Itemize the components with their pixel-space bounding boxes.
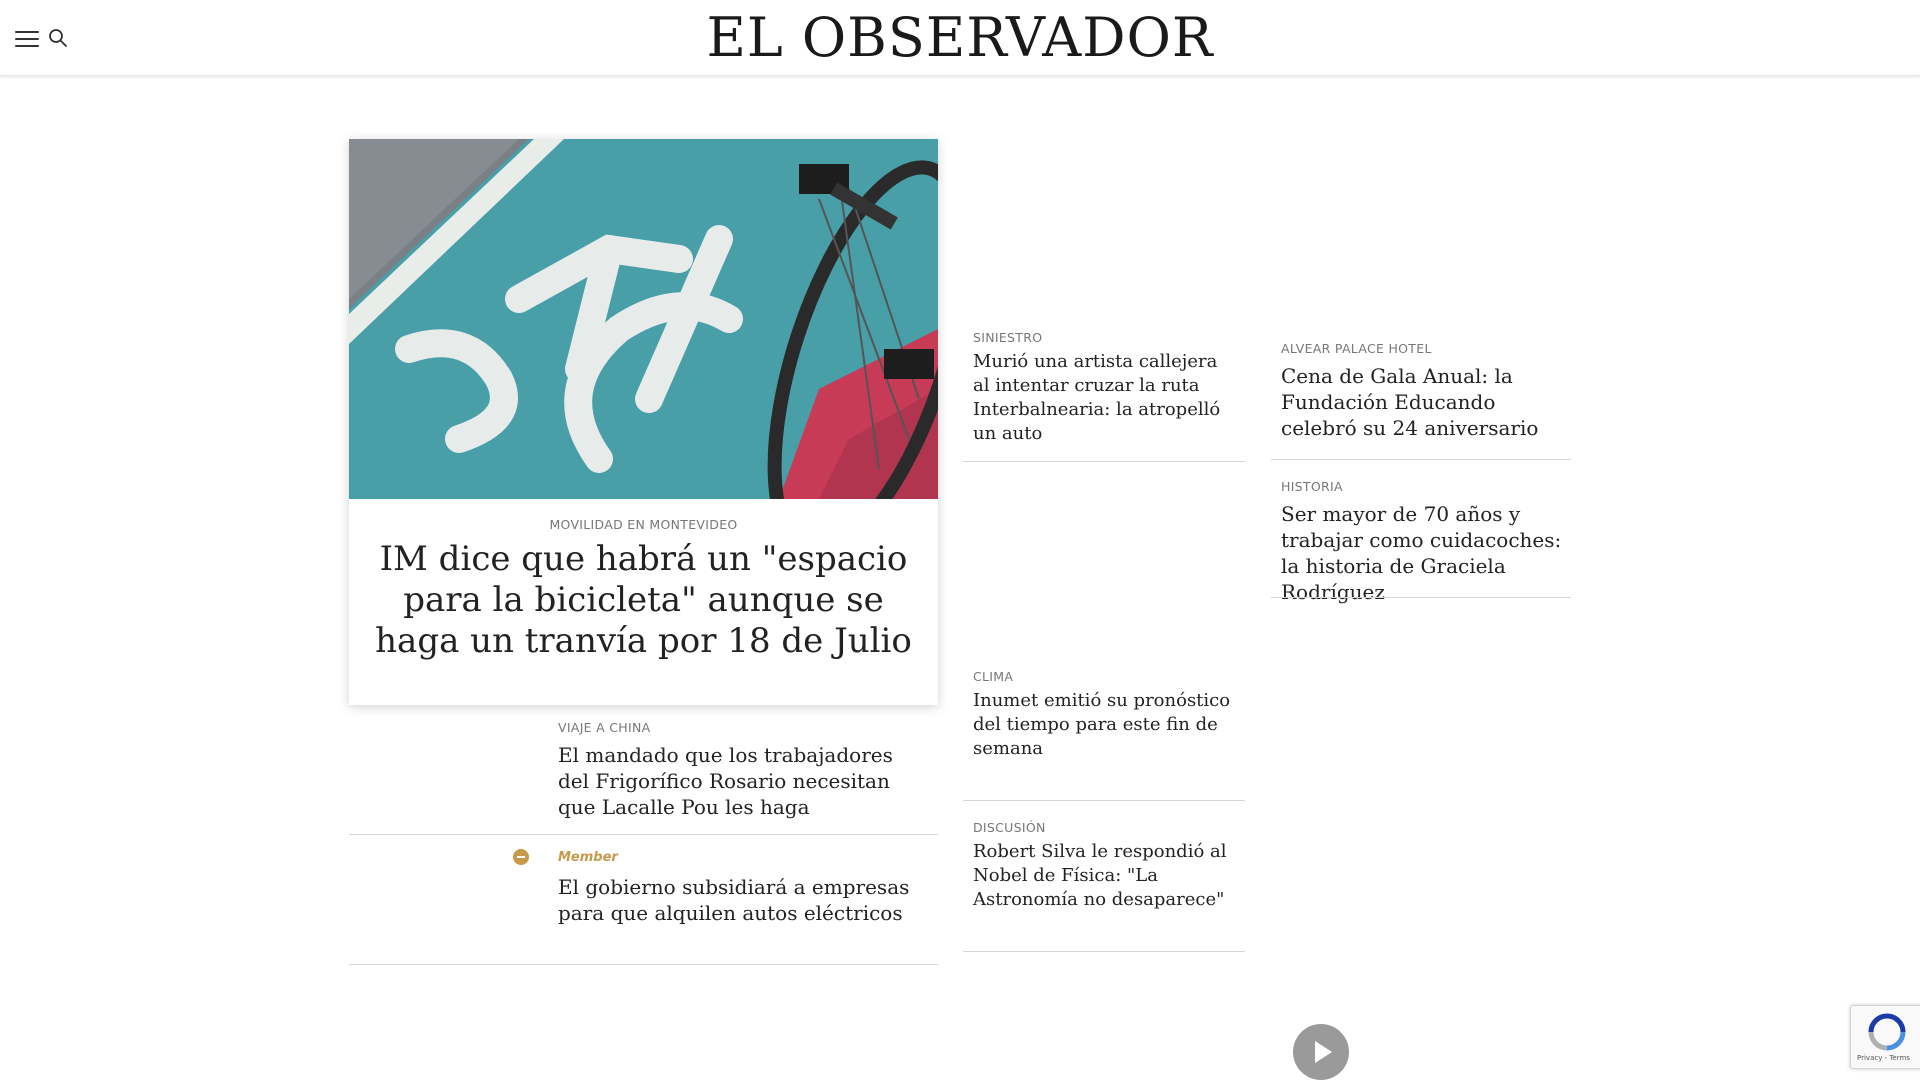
divider (963, 800, 1245, 801)
bike-lane-photo[interactable] (349, 139, 938, 499)
featured-kicker[interactable]: MOVILIDAD EN MONTEVIDEO (349, 517, 938, 532)
article-kicker[interactable]: ALVEAR PALACE HOTEL (1281, 341, 1432, 356)
article-kicker[interactable]: DISCUSIÓN (973, 820, 1046, 835)
member-badge-icon (513, 849, 529, 865)
recaptcha-badge[interactable]: Privacy - Terms (1850, 1005, 1920, 1069)
recaptcha-links[interactable]: Privacy - Terms (1857, 1054, 1910, 1062)
site-logo[interactable]: EL OBSERVADOR (0, 8, 1920, 68)
article-headline[interactable]: Inumet emitió su pronóstico del tiempo p… (973, 689, 1238, 761)
article-headline[interactable]: El mandado que los trabajadores del Frig… (558, 742, 928, 820)
article-kicker[interactable]: HISTORIA (1281, 479, 1343, 494)
featured-headline[interactable]: IM dice que habrá un "espacio para la bi… (369, 539, 918, 662)
article-kicker[interactable]: CLIMA (973, 669, 1013, 684)
article-headline[interactable]: Murió una artista callejera al intentar … (973, 350, 1238, 446)
divider (349, 964, 938, 965)
divider (1271, 459, 1571, 460)
site-header: EL OBSERVADOR (0, 0, 1920, 76)
divider (963, 951, 1245, 952)
member-badge-label: Member (558, 850, 618, 865)
recaptcha-icon (1868, 1013, 1906, 1051)
article-headline[interactable]: Cena de Gala Anual: la Fundación Educand… (1281, 363, 1566, 441)
play-icon[interactable] (1293, 1024, 1349, 1080)
article-headline[interactable]: Robert Silva le respondió al Nobel de Fí… (973, 840, 1238, 912)
divider (1271, 597, 1571, 598)
divider (349, 834, 938, 835)
article-kicker[interactable]: VIAJE A CHINA (558, 720, 651, 735)
divider (963, 461, 1245, 462)
article-headline[interactable]: El gobierno subsidiará a empresas para q… (558, 874, 928, 926)
article-kicker[interactable]: SINIESTRO (973, 330, 1042, 345)
article-headline[interactable]: Ser mayor de 70 años y trabajar como cui… (1281, 501, 1566, 605)
featured-article[interactable]: MOVILIDAD EN MONTEVIDEO IM dice que habr… (349, 139, 938, 705)
